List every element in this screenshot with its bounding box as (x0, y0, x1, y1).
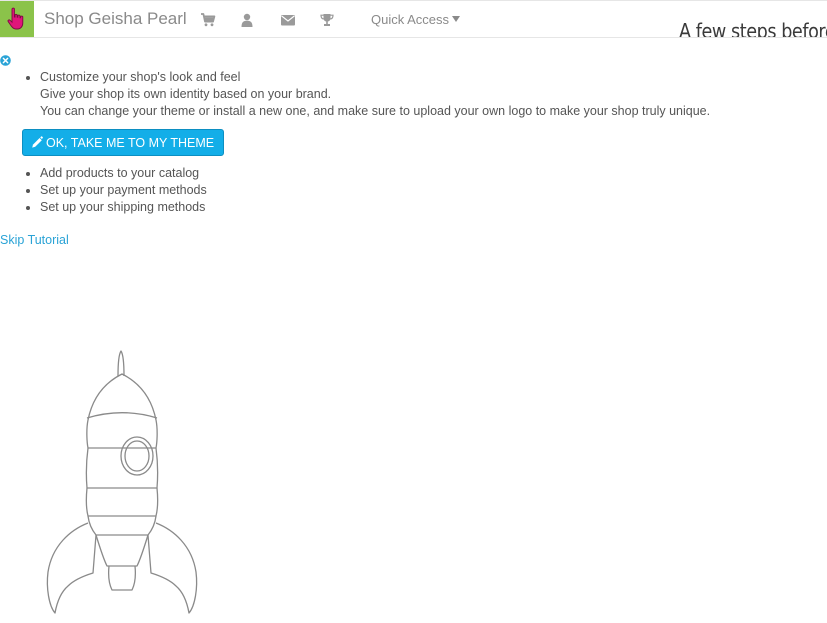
step-item-shipping: Set up your shipping methods (40, 199, 820, 216)
tutorial-steps-list: Customize your shop's look and feel Give… (22, 69, 820, 216)
step-description-line: Give your shop its own identity based on… (40, 87, 332, 101)
step-title: Customize your shop's look and feel (40, 70, 241, 84)
caret-down-icon (452, 16, 461, 22)
user-icon[interactable] (239, 13, 255, 27)
top-header-bar: Shop Geisha Pearl Quick Access A few ste… (0, 0, 827, 38)
step-description-line: You can change your theme or install a n… (40, 104, 711, 118)
rocket-illustration (46, 350, 198, 614)
step-item-products: Add products to your catalog (40, 165, 820, 182)
take-me-to-theme-label: OK, TAKE ME TO MY THEME (46, 136, 215, 150)
quick-access-dropdown[interactable]: Quick Access (371, 12, 461, 27)
skip-tutorial-link[interactable]: Skip Tutorial (0, 233, 69, 247)
step-item-customize: Customize your shop's look and feel Give… (40, 69, 820, 120)
theme-button-row: OK, TAKE ME TO MY THEME (22, 120, 820, 165)
take-me-to-theme-button[interactable]: OK, TAKE ME TO MY THEME (22, 129, 225, 156)
close-icon[interactable] (0, 55, 11, 66)
quick-access-label: Quick Access (371, 12, 450, 27)
step-item-payment: Set up your payment methods (40, 182, 820, 199)
envelope-icon[interactable] (280, 13, 296, 27)
trophy-icon[interactable] (319, 13, 335, 27)
logo[interactable] (0, 1, 34, 37)
cart-icon[interactable] (200, 13, 216, 27)
hand-pointer-icon (7, 7, 24, 30)
pencil-icon (32, 136, 43, 148)
shop-name-link[interactable]: Shop Geisha Pearl (44, 9, 187, 29)
steps-heading: A few steps before l (679, 19, 827, 38)
